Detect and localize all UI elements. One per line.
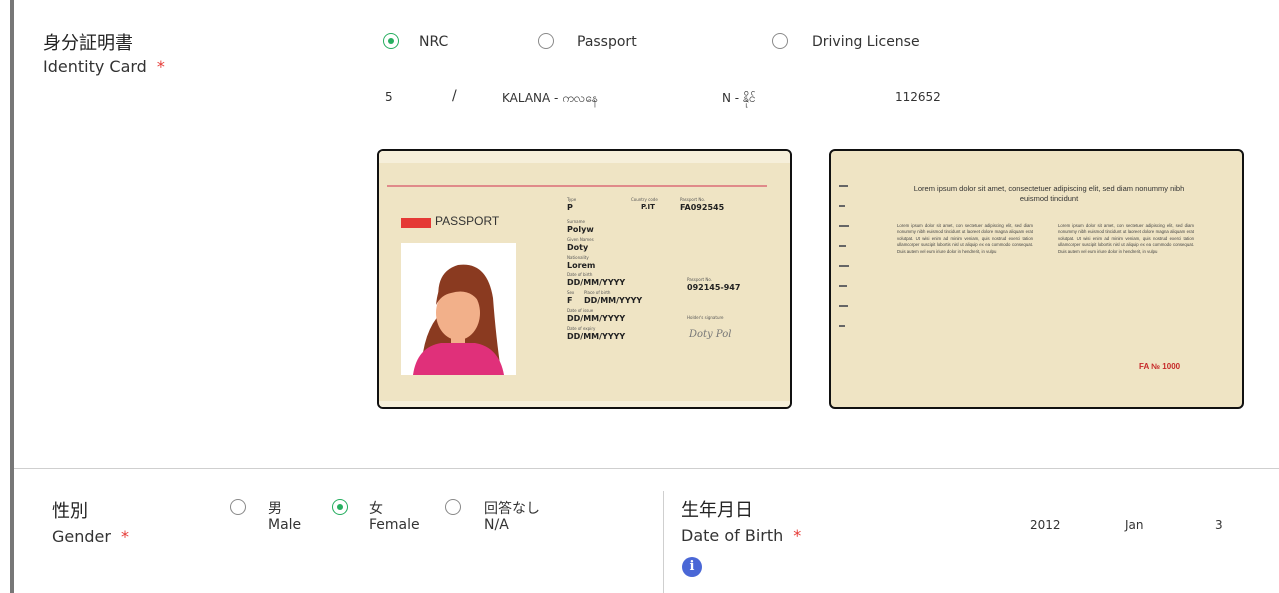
gender-female-en: Female xyxy=(369,517,420,533)
back-serial: FA № 1000 xyxy=(1139,362,1181,371)
gender-male-ja: 男 xyxy=(268,501,282,517)
identity-label-ja: 身分証明書 xyxy=(43,33,133,54)
left-border xyxy=(10,0,14,593)
radio-nrc[interactable] xyxy=(383,33,399,49)
column-divider xyxy=(663,491,664,593)
required-mark: * xyxy=(120,527,129,546)
id-card-back-image[interactable]: Lorem ipsum dolor sit amet, consectetuer… xyxy=(829,149,1244,409)
required-mark: * xyxy=(793,526,802,545)
header-line xyxy=(387,185,767,187)
signature: Doty Pol xyxy=(689,329,732,340)
gender-label-ja: 性別 xyxy=(52,501,88,522)
radio-driving-license[interactable] xyxy=(772,33,788,49)
dob-month[interactable]: Jan xyxy=(1125,518,1144,532)
nrc-type: N - နိုင် xyxy=(722,91,756,105)
passport-brand: PASSPORT xyxy=(435,214,500,228)
gender-male-en: Male xyxy=(268,517,302,533)
back-heading: Lorem ipsum dolor sit amet, consectetuer… xyxy=(913,184,1185,203)
dob-year[interactable]: 2012 xyxy=(1030,518,1061,532)
back-body-left: Lorem ipsum dolor sit amet, con sectetue… xyxy=(897,223,1033,254)
dob-label-ja: 生年月日 xyxy=(681,500,753,521)
gender-label-en: Gender * xyxy=(52,527,129,546)
back-body-right: Lorem ipsum dolor sit amet, con sectetue… xyxy=(1058,223,1194,254)
radio-driving-license-label: Driving License xyxy=(812,34,920,50)
back-marks xyxy=(839,177,851,367)
passport-logo xyxy=(401,218,431,228)
info-icon[interactable]: i xyxy=(682,557,702,577)
section-divider xyxy=(14,468,1279,469)
id-card-front-image[interactable]: PASSPORT Type P Country code P.IT Passpo… xyxy=(377,149,792,409)
nrc-separator: / xyxy=(452,88,457,104)
dob-day[interactable]: 3 xyxy=(1215,518,1223,532)
gender-na-ja: 回答なし xyxy=(484,501,540,517)
nrc-state: 5 xyxy=(385,90,393,104)
required-mark: * xyxy=(156,57,165,76)
nrc-township: KALANA - ကလနေ xyxy=(502,91,598,105)
radio-passport-label: Passport xyxy=(577,34,637,50)
identity-label-en: Identity Card * xyxy=(43,57,165,76)
dob-label-en: Date of Birth * xyxy=(681,526,802,545)
nrc-number: 112652 xyxy=(895,90,941,104)
radio-nrc-label: NRC xyxy=(419,34,449,50)
holder-photo xyxy=(401,243,516,375)
radio-gender-female[interactable] xyxy=(332,499,348,515)
gender-female-ja: 女 xyxy=(369,501,383,517)
radio-passport[interactable] xyxy=(538,33,554,49)
gender-na-en: N/A xyxy=(484,517,509,533)
radio-gender-male[interactable] xyxy=(230,499,246,515)
woman-avatar-icon xyxy=(413,264,504,375)
radio-gender-na[interactable] xyxy=(445,499,461,515)
